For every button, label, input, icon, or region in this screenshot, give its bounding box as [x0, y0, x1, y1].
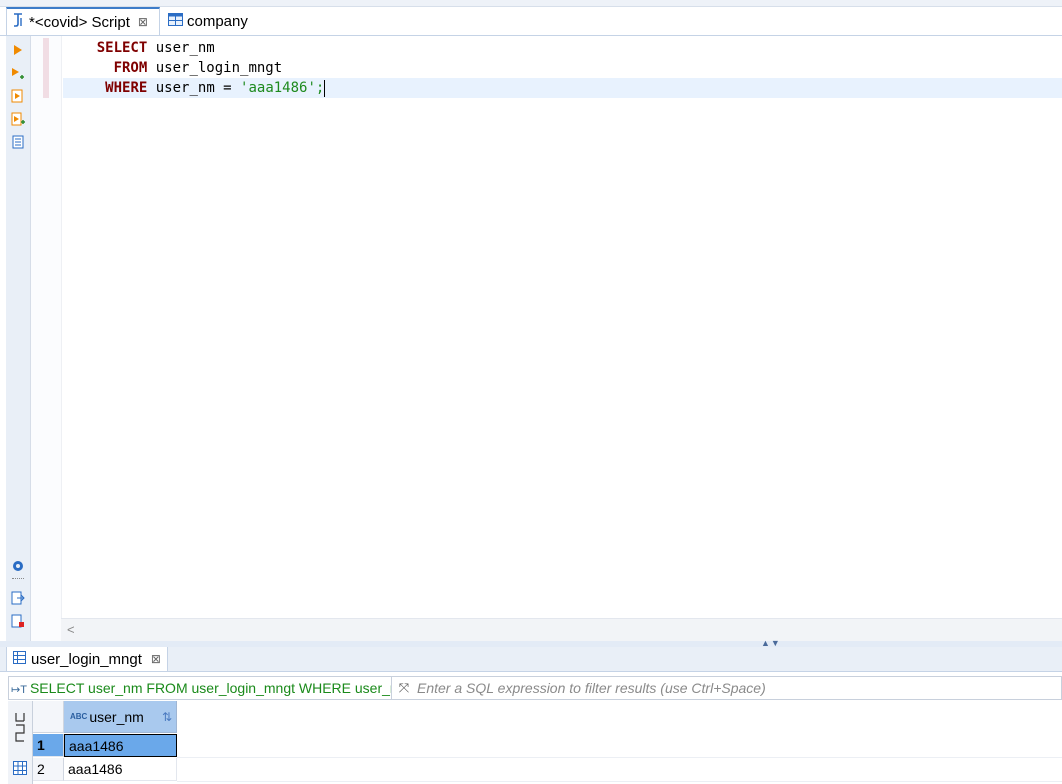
- tab-company[interactable]: company: [166, 7, 248, 35]
- sql-keyword: SELECT: [96, 40, 148, 56]
- sql-script-icon: [11, 12, 25, 32]
- column-name: user_nm: [89, 708, 144, 725]
- code-area[interactable]: SELECT user_nm FROM user_login_mngt WHER…: [63, 36, 1062, 618]
- text-caret: [324, 79, 326, 97]
- grid-icon[interactable]: [11, 761, 29, 778]
- row-number[interactable]: 1: [33, 734, 64, 757]
- error-log-icon[interactable]: [10, 613, 26, 629]
- column-header-user-nm[interactable]: ABC user_nm ⇅: [64, 701, 177, 733]
- sql-keyword: WHERE: [105, 80, 148, 96]
- divider: [12, 578, 24, 579]
- results-tab-bar: user_login_mngt ⊠: [0, 647, 1062, 672]
- close-icon[interactable]: ⊠: [138, 15, 148, 29]
- code-line: SELECT user_nm: [96, 40, 215, 56]
- sql-string: 'aaa1486': [240, 80, 316, 96]
- filter-input[interactable]: [417, 677, 1057, 699]
- divider: [391, 677, 392, 699]
- tab-user-login-mngt[interactable]: user_login_mngt ⊠: [6, 647, 168, 671]
- results-grid-icon: [13, 650, 26, 668]
- export-icon[interactable]: [10, 590, 26, 606]
- row-number[interactable]: 2: [33, 758, 64, 781]
- editor-action-bar: [6, 36, 31, 641]
- tab-label: company: [187, 12, 248, 30]
- change-marker: [43, 38, 49, 98]
- horizontal-scrollbar[interactable]: <: [61, 618, 1062, 641]
- table-cell[interactable]: aaa1486: [64, 734, 177, 757]
- filter-bar: ↦T SELECT user_nm FROM user_login_mngt WH…: [8, 676, 1062, 700]
- explain-plan-icon[interactable]: [10, 134, 26, 150]
- grid-view-tab[interactable]: [11, 711, 29, 750]
- code-line-current: WHERE user_nm = 'aaa1486';: [63, 78, 1062, 98]
- sort-icon[interactable]: ⇅: [162, 706, 172, 728]
- execute-new-tab-icon[interactable]: [10, 66, 26, 82]
- editor-tab-bar: *<covid> Script ⊠ company: [0, 0, 1062, 36]
- settings-icon[interactable]: [10, 558, 26, 574]
- query-text[interactable]: ↦T SELECT user_nm FROM user_login_mngt WH…: [11, 677, 391, 699]
- table-cell[interactable]: aaa1486: [64, 758, 177, 781]
- row-divider: [177, 757, 1062, 758]
- expand-icon[interactable]: ⤧: [395, 679, 413, 697]
- close-icon[interactable]: ⊠: [151, 652, 161, 666]
- scroll-left-icon[interactable]: <: [67, 622, 75, 637]
- query-icon: ↦T: [11, 684, 27, 696]
- execute-script-new-tab-icon[interactable]: [10, 111, 26, 127]
- view-switcher: [8, 701, 33, 784]
- sql-keyword: FROM: [113, 60, 148, 76]
- string-type-icon: ABC: [70, 711, 88, 721]
- code-line: FROM user_login_mngt: [113, 60, 283, 76]
- execute-statement-icon[interactable]: [10, 42, 26, 58]
- row-number-header: [33, 701, 64, 733]
- top-strip: [0, 0, 1062, 7]
- line-gutter: [31, 36, 62, 641]
- sql-editor: SELECT user_nm FROM user_login_mngt WHER…: [0, 36, 1062, 641]
- results-grid: ABC user_nm ⇅ 1 aaa1486 2 aaa1486: [0, 701, 1062, 784]
- tab-covid-script[interactable]: *<covid> Script ⊠: [6, 7, 160, 35]
- execute-script-icon[interactable]: [10, 88, 26, 104]
- tab-label: *<covid> Script: [29, 13, 130, 31]
- results-tab-label: user_login_mngt: [31, 650, 142, 668]
- table-icon: [168, 12, 183, 30]
- row-divider: [177, 781, 1062, 782]
